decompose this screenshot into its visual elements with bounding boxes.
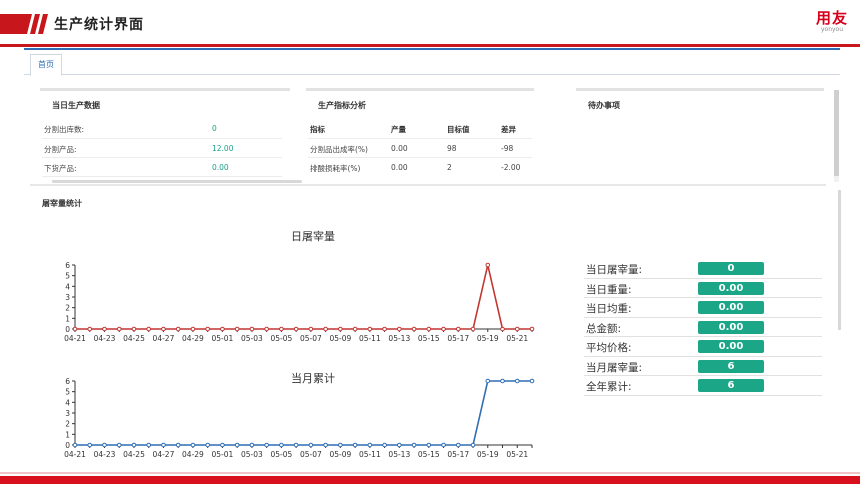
data-point xyxy=(514,378,520,384)
stat-value-badge: 6 xyxy=(698,359,764,373)
data-point xyxy=(293,442,299,448)
stat-label: 平均价格: xyxy=(586,342,632,354)
series-line xyxy=(75,380,532,446)
data-point xyxy=(264,442,269,448)
x-tick-label: 05-09 xyxy=(329,450,351,459)
data-point xyxy=(441,442,446,448)
x-tick-label: 05-01 xyxy=(212,450,234,459)
stat-value-badge: 0.00 xyxy=(698,301,764,314)
x-tick-label: 05-05 xyxy=(270,450,292,459)
stat-value-badge: 0.00 xyxy=(698,281,764,295)
data-point xyxy=(455,442,461,448)
x-tick-label: 05-07 xyxy=(300,450,322,459)
y-tick-label: 5 xyxy=(65,388,70,397)
stat-value-badge: 0.00 xyxy=(698,340,764,353)
data-point xyxy=(529,378,535,384)
stat-value-badge: 0 xyxy=(698,262,764,275)
stat-row: 全年累计: 6 xyxy=(584,376,822,396)
stat-label: 当月屠宰量: xyxy=(586,361,643,374)
data-point xyxy=(146,442,152,448)
stat-label: 当日均重: xyxy=(586,303,632,315)
x-tick-label: 05-13 xyxy=(388,450,410,459)
y-tick-label: 6 xyxy=(65,377,70,386)
brand-name: 用友 xyxy=(815,9,848,27)
x-tick-label: 05-17 xyxy=(447,450,469,459)
x-tick-label: 05-21 xyxy=(506,450,528,459)
data-point xyxy=(485,378,491,384)
y-tick-label: 3 xyxy=(65,409,70,418)
x-tick-label: 04-25 xyxy=(123,450,145,459)
x-tick-label: 04-27 xyxy=(153,450,175,459)
data-point xyxy=(411,442,417,448)
stat-value-badge: 6 xyxy=(698,379,764,392)
y-tick-label: 2 xyxy=(65,420,70,429)
data-point xyxy=(234,442,240,448)
data-point xyxy=(161,442,166,448)
x-tick-label: 05-19 xyxy=(477,450,499,459)
data-point xyxy=(367,442,373,448)
stat-row: 当日屠宰量: 0 xyxy=(584,259,822,279)
data-point xyxy=(116,442,122,448)
stat-row: 当月屠宰量: 6 xyxy=(584,357,822,376)
x-tick-label: 05-11 xyxy=(359,450,381,459)
stat-row: 当日均重: 0.00 xyxy=(584,298,822,318)
stat-row: 当日重量: 0.00 xyxy=(584,279,822,298)
data-point xyxy=(131,442,137,448)
brand-logo: 用友 yonyou xyxy=(810,10,854,34)
data-point xyxy=(426,442,432,448)
x-tick-label: 05-15 xyxy=(418,450,440,459)
x-tick-label: 05-03 xyxy=(241,450,263,459)
data-point xyxy=(470,442,476,448)
data-point xyxy=(220,442,225,448)
stat-label: 当日屠宰量: xyxy=(586,264,643,276)
x-tick-label: 04-21 xyxy=(64,450,86,459)
data-point xyxy=(308,442,314,448)
stat-label: 总金额: xyxy=(586,322,622,335)
chart-title: 当月累计 xyxy=(291,371,335,385)
brand-sub: yonyou xyxy=(820,26,844,33)
stat-row: 总金额: 0.00 xyxy=(584,318,822,337)
data-point xyxy=(87,442,93,448)
footer-bar xyxy=(0,476,860,484)
stat-label: 全年累计: xyxy=(586,381,632,393)
data-point xyxy=(352,442,358,448)
stat-label: 当日重量: xyxy=(586,283,632,296)
data-point xyxy=(500,378,505,384)
y-tick-label: 1 xyxy=(65,430,70,439)
data-point xyxy=(397,442,402,448)
y-tick-label: 0 xyxy=(65,441,70,450)
stat-value-badge: 0.00 xyxy=(698,320,764,334)
data-point xyxy=(382,442,387,448)
data-point xyxy=(72,442,78,448)
page-scrollbar[interactable] xyxy=(838,190,841,330)
chart-monthly: 当月累计 0 12 3 45 6 04-21 04-23 04-25 04-27 04-29 05-0… xyxy=(64,371,535,459)
stat-row: 平均价格: 0.00 xyxy=(584,337,822,357)
data-point xyxy=(102,442,107,448)
data-point xyxy=(190,442,196,448)
data-point xyxy=(175,442,181,448)
data-point xyxy=(205,442,210,448)
data-point xyxy=(279,442,284,448)
stats-table: 当日屠宰量: 0 当日重量: 0.00 当日均重: 0.00 总金额: 0.00… xyxy=(584,259,822,396)
data-point xyxy=(323,442,328,448)
data-point xyxy=(249,442,255,448)
data-point xyxy=(338,442,343,448)
panel-todo: 待办事项 xyxy=(576,88,824,111)
panel-todo-title: 待办事项 xyxy=(588,101,620,110)
x-tick-label: 04-29 xyxy=(182,450,204,459)
footer-thin-line xyxy=(0,472,860,474)
x-tick-label: 04-23 xyxy=(94,450,116,459)
panel-scrollbar-thumb[interactable] xyxy=(834,90,839,176)
panel-todo-topbar xyxy=(576,88,824,91)
y-tick-label: 4 xyxy=(65,398,70,407)
